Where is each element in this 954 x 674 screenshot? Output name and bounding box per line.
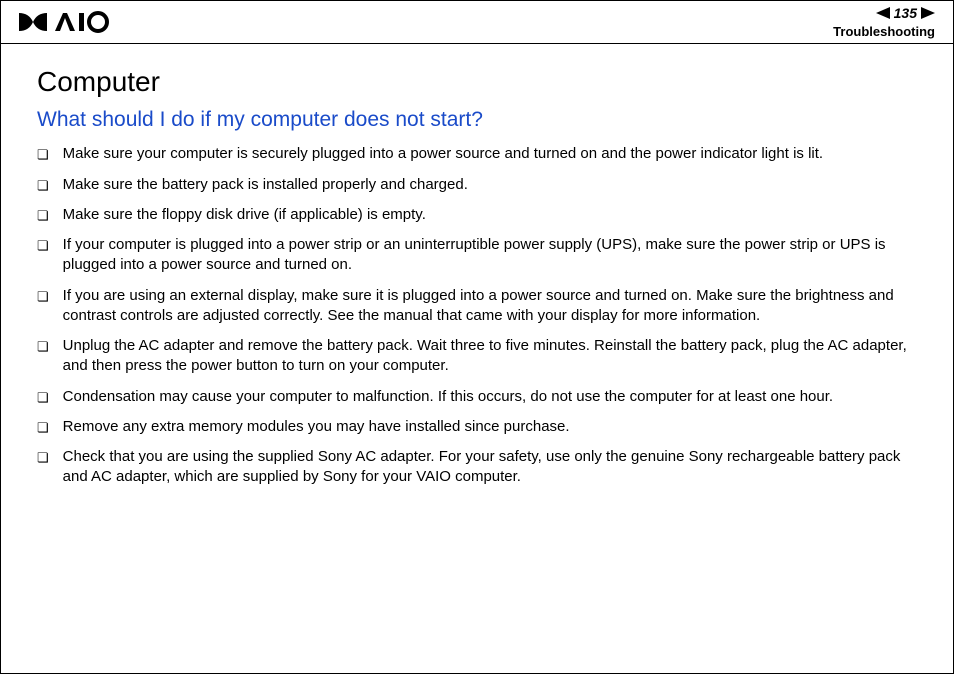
list-item: ❏ Check that you are using the supplied S…: [37, 447, 917, 488]
item-text: Make sure the battery pack is installed …: [63, 175, 468, 195]
page-number: 135: [894, 5, 917, 22]
bullet-icon: ❏: [37, 389, 49, 407]
header-right: 135 Troubleshooting: [833, 5, 935, 39]
list-item: ❏ Make sure the floppy disk drive (if app…: [37, 205, 917, 225]
next-page-icon[interactable]: [921, 7, 935, 19]
troubleshooting-list: ❏ Make sure your computer is securely plu…: [37, 144, 917, 487]
list-item: ❏ If you are using an external display, m…: [37, 286, 917, 327]
bullet-icon: ❏: [37, 177, 49, 195]
item-text: Remove any extra memory modules you may …: [63, 417, 570, 437]
bullet-icon: ❏: [37, 146, 49, 164]
bullet-icon: ❏: [37, 419, 49, 437]
list-item: ❏ Make sure the battery pack is installed…: [37, 175, 917, 195]
item-text: Make sure the floppy disk drive (if appl…: [63, 205, 426, 225]
item-text: Condensation may cause your computer to …: [63, 387, 833, 407]
bullet-icon: ❏: [37, 288, 49, 306]
vaio-logo: [19, 11, 109, 33]
bullet-icon: ❏: [37, 449, 49, 467]
list-item: ❏ Make sure your computer is securely plu…: [37, 144, 917, 164]
content-area: Computer What should I do if my computer…: [1, 44, 953, 517]
page-nav: 135: [833, 5, 935, 22]
page-header: 135 Troubleshooting: [1, 1, 953, 44]
list-item: ❏ Remove any extra memory modules you may…: [37, 417, 917, 437]
section-label: Troubleshooting: [833, 24, 935, 40]
item-text: Make sure your computer is securely plug…: [63, 144, 823, 164]
page-title: Computer: [37, 66, 917, 98]
list-item: ❏ Unplug the AC adapter and remove the ba…: [37, 336, 917, 377]
page-subtitle: What should I do if my computer does not…: [37, 108, 917, 132]
bullet-icon: ❏: [37, 338, 49, 356]
item-text: If you are using an external display, ma…: [63, 286, 917, 327]
item-text: If your computer is plugged into a power…: [63, 235, 917, 276]
bullet-icon: ❏: [37, 237, 49, 255]
list-item: ❏ If your computer is plugged into a powe…: [37, 235, 917, 276]
vaio-logo-icon: [19, 11, 109, 33]
item-text: Unplug the AC adapter and remove the bat…: [63, 336, 917, 377]
prev-page-icon[interactable]: [876, 7, 890, 19]
item-text: Check that you are using the supplied So…: [63, 447, 917, 488]
bullet-icon: ❏: [37, 207, 49, 225]
list-item: ❏ Condensation may cause your computer to…: [37, 387, 917, 407]
